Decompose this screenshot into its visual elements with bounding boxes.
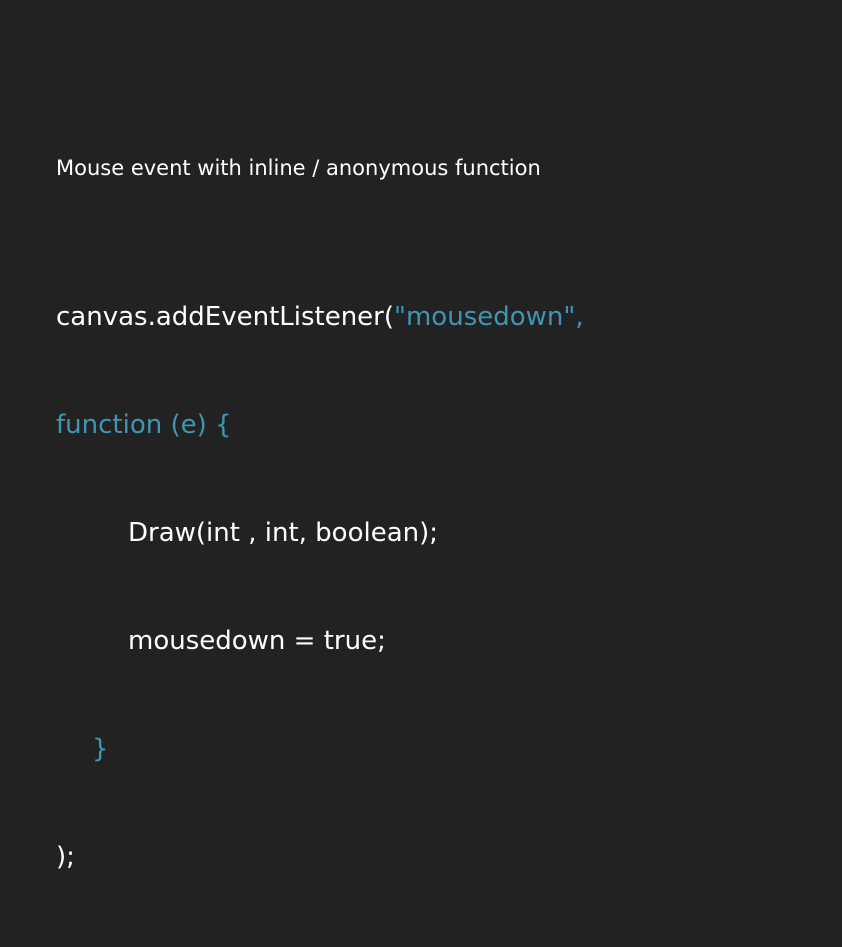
slide-heading: Mouse event with inline / anonymous func…	[56, 156, 541, 180]
code-event-name-string: "mousedown",	[394, 302, 584, 332]
code-line-2: function (e) {	[56, 410, 232, 440]
code-line-5: }	[92, 734, 109, 764]
code-block: canvas.addEventListener("mousedown", fun…	[56, 227, 584, 947]
code-line-3: Draw(int , int, boolean);	[128, 518, 439, 548]
code-event-listener-call: canvas.addEventListener(	[56, 302, 395, 332]
code-line-4: mousedown = true;	[128, 626, 386, 656]
code-line-6: );	[56, 842, 75, 872]
code-line-1: canvas.addEventListener("mousedown",	[56, 299, 584, 335]
slide: Mouse event with inline / anonymous func…	[0, 0, 842, 872]
